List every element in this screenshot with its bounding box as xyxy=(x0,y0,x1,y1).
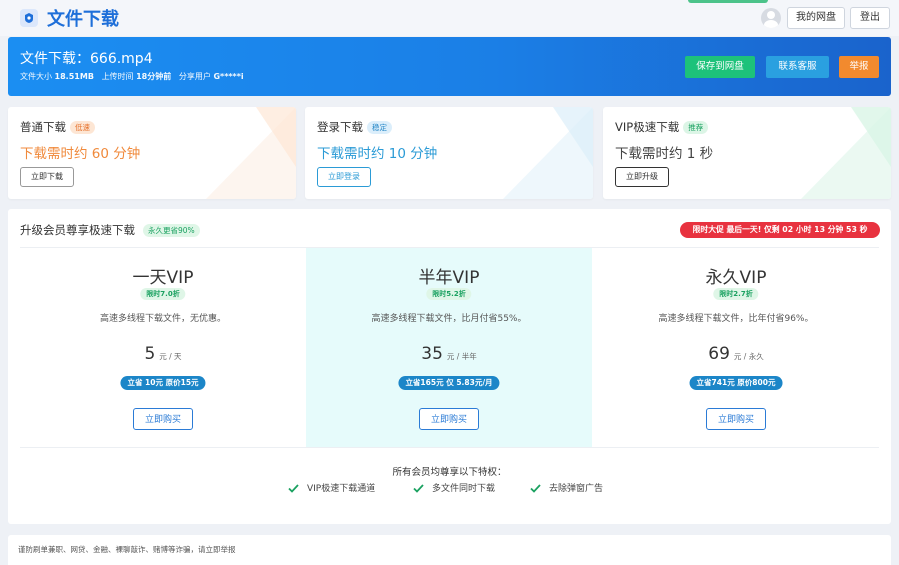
price-unit: 元 / 半年 xyxy=(446,352,477,361)
plan-name: 永久VIP xyxy=(705,268,767,288)
plan-price: 35 元 / 半年 xyxy=(306,344,592,364)
file-info-banner: 文件下载：666.mp4 文件大小 18.51MB 上传时间 18分钟前 分享用… xyxy=(8,37,891,96)
logout-button[interactable]: 登出 xyxy=(850,7,890,29)
plan-name: 一天VIP xyxy=(132,268,194,288)
buy-now-button[interactable]: 立即购买 xyxy=(133,408,193,430)
upgrade-title-text: 升级会员尊享极速下载 xyxy=(20,223,135,237)
perk-label: 去除弹窗广告 xyxy=(549,484,604,494)
plan-card-lifetime: 永久VIP 限时2.7折 高速多线程下载文件，比年付省96%。 69 元 / 永久… xyxy=(593,248,879,447)
download-time: 下载需时约 60 分钟 xyxy=(20,146,141,162)
price-value: 69 xyxy=(708,344,730,364)
plan-price: 5元 / 天 xyxy=(20,344,306,364)
plan-savings-badge: 立省165元 仅 5.83元/月 xyxy=(398,376,500,390)
upgrade-title: 升级会员尊享极速下载 永久更省90% xyxy=(20,222,200,238)
price-unit: 元 / 永久 xyxy=(733,352,764,361)
card-title-text: VIP极速下载 xyxy=(615,120,680,134)
file-meta: 文件大小 18.51MB 上传时间 18分钟前 分享用户 G*****i xyxy=(20,71,244,82)
footer: 谨防刷单兼职、网贷、金融、裸聊敲诈、赌博等诈骗，请立即举报 xyxy=(8,535,891,565)
file-size-label: 文件大小 xyxy=(20,72,52,81)
top-accent-bar xyxy=(688,0,768,3)
download-time: 下载需时约 1 秒 xyxy=(615,146,714,162)
perk-label: 多文件同时下载 xyxy=(432,484,496,494)
plan-card-day: 一天VIP 限时7.0折 高速多线程下载文件，无优惠。 5元 / 天 立省 10… xyxy=(20,248,306,447)
file-title: 文件下载：666.mp4 xyxy=(20,51,153,67)
upgrade-panel: 升级会员尊享极速下载 永久更省90% 限时大促 最后一天! 仅剩 02 小时 13… xyxy=(8,209,891,524)
normal-download-card: 普通下载 低速 下载需时约 60 分钟 立即下载 xyxy=(8,107,296,199)
vip-download-card: VIP极速下载 推荐 下载需时约 1 秒 立即升级 xyxy=(603,107,891,199)
perk-item: 多文件同时下载 xyxy=(413,481,495,494)
plan-discount-badge: 限时5.2折 xyxy=(426,288,472,300)
price-unit: 元 / 天 xyxy=(159,352,182,361)
contact-support-button[interactable]: 联系客服 xyxy=(766,56,829,78)
share-user-value: G*****i xyxy=(213,72,244,81)
avatar[interactable] xyxy=(761,8,781,28)
check-icon xyxy=(413,484,424,493)
promo-countdown-badge: 限时大促 最后一天! 仅剩 02 小时 13 分钟 53 秒 xyxy=(680,222,880,238)
perk-item: 去除弹窗广告 xyxy=(530,481,603,494)
card-decoration xyxy=(801,107,891,199)
plan-description: 高速多线程下载文件，无优惠。 xyxy=(99,314,226,324)
check-icon xyxy=(530,484,541,493)
perks-title: 所有会员均尊享以下特权： xyxy=(392,467,507,478)
top-bar: 文件下载 我的网盘 登出 xyxy=(0,0,899,36)
plan-savings-badge: 立省741元 原价800元 xyxy=(689,376,783,390)
save-to-drive-button[interactable]: 保存到网盘 xyxy=(685,56,755,78)
download-time: 下载需时约 10 分钟 xyxy=(317,146,438,162)
plan-discount-badge: 限时2.7折 xyxy=(713,288,759,300)
login-download-card: 登录下载 稳定 下载需时约 10 分钟 立即登录 xyxy=(305,107,593,199)
stable-tag: 稳定 xyxy=(367,121,392,134)
plan-discount-badge: 限时7.0折 xyxy=(140,288,186,300)
login-now-button[interactable]: 立即登录 xyxy=(317,167,371,187)
card-title: 登录下载 稳定 xyxy=(317,119,392,135)
card-title-text: 登录下载 xyxy=(317,120,363,134)
my-drive-button[interactable]: 我的网盘 xyxy=(787,7,845,29)
price-value: 5 xyxy=(144,344,156,364)
card-title: VIP极速下载 推荐 xyxy=(615,119,709,135)
logo-icon xyxy=(20,9,38,27)
fraud-warning-text: 谨防刷单兼职、网贷、金融、裸聊敲诈、赌博等诈骗，请立即举报 xyxy=(18,545,236,554)
report-button[interactable]: 举报 xyxy=(839,56,879,78)
plan-savings-badge: 立省 10元 原价15元 xyxy=(120,376,206,390)
card-title-text: 普通下载 xyxy=(20,120,66,134)
card-decoration xyxy=(206,107,296,199)
plan-price: 69 元 / 永久 xyxy=(593,344,879,364)
upgrade-now-button[interactable]: 立即升级 xyxy=(615,167,669,187)
check-icon xyxy=(288,484,299,493)
upload-time-label: 上传时间 xyxy=(101,72,134,81)
card-title: 普通下载 低速 xyxy=(20,119,95,135)
card-decoration xyxy=(503,107,593,199)
buy-now-button[interactable]: 立即购买 xyxy=(706,408,766,430)
file-size-value: 18.51MB xyxy=(54,72,94,81)
share-user-label: 分享用户 xyxy=(178,72,211,81)
plan-description: 高速多线程下载文件，比月付省55%。 xyxy=(371,314,527,324)
divider xyxy=(20,447,879,448)
download-now-button[interactable]: 立即下载 xyxy=(20,167,74,187)
plan-card-half-year: 半年VIP 限时5.2折 高速多线程下载文件，比月付省55%。 35 元 / 半年… xyxy=(306,248,592,447)
price-value: 35 xyxy=(421,344,443,364)
buy-now-button[interactable]: 立即购买 xyxy=(419,408,479,430)
perk-label: VIP极速下载通道 xyxy=(307,484,376,494)
site-title: 文件下载 xyxy=(47,9,119,30)
perk-item: VIP极速下载通道 xyxy=(288,481,375,494)
upload-time-value: 18分钟前 xyxy=(136,72,172,81)
upgrade-tag: 永久更省90% xyxy=(143,224,200,237)
recommend-tag: 推荐 xyxy=(683,121,709,134)
speed-tag: 低速 xyxy=(70,121,95,134)
plan-description: 高速多线程下载文件，比年付省96%。 xyxy=(658,314,814,324)
plan-name: 半年VIP xyxy=(418,268,480,288)
